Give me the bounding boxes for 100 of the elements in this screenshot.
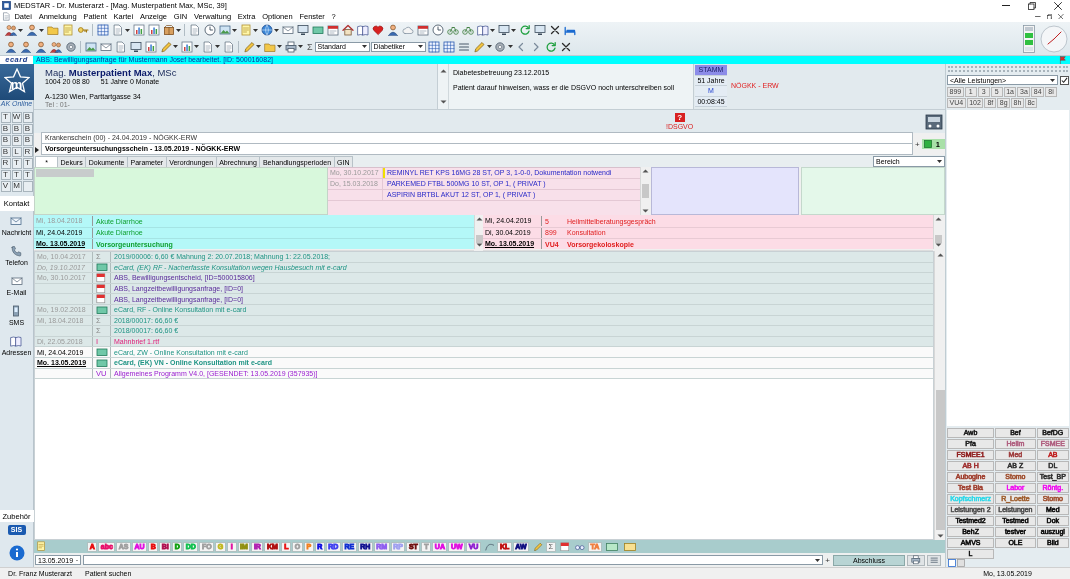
book-icon[interactable] <box>476 24 489 37</box>
scroll-up-icon[interactable] <box>475 217 483 221</box>
caret-icon[interactable] <box>507 45 513 49</box>
letter-key[interactable]: B <box>22 123 33 134</box>
caret-icon[interactable] <box>253 28 258 32</box>
tag-icon[interactable] <box>623 542 636 551</box>
caret-icon[interactable] <box>417 45 423 49</box>
document-icon[interactable] <box>114 40 127 53</box>
gear-icon[interactable] <box>64 40 77 53</box>
person-icon[interactable] <box>25 24 38 37</box>
restore-icon[interactable] <box>1028 1 1036 10</box>
close-icon[interactable] <box>548 24 561 37</box>
clock-icon[interactable] <box>431 24 444 37</box>
letter-key[interactable]: B <box>11 135 22 146</box>
sum-button[interactable]: Σ <box>307 41 313 52</box>
caret-icon[interactable] <box>486 45 492 49</box>
envelope-icon[interactable] <box>281 24 294 37</box>
form-icon[interactable] <box>559 541 570 552</box>
device-icon[interactable] <box>925 112 943 131</box>
bed-icon[interactable] <box>563 24 576 37</box>
letter-key[interactable]: B <box>0 123 11 134</box>
person-icon[interactable] <box>19 40 32 53</box>
chart-icon[interactable] <box>147 24 160 37</box>
caret-icon[interactable] <box>176 28 181 32</box>
phone-icon[interactable] <box>10 245 23 257</box>
letter-key[interactable]: B <box>22 135 33 146</box>
letter-key[interactable]: T <box>22 158 33 169</box>
scroll-down-icon[interactable] <box>641 209 649 213</box>
scrollbar[interactable] <box>640 167 649 215</box>
letter-key[interactable]: W <box>11 112 22 123</box>
scroll-up-icon[interactable] <box>439 69 447 73</box>
caret-icon[interactable] <box>815 558 820 562</box>
drag-handle[interactable] <box>948 66 1068 72</box>
scrollbar[interactable] <box>474 215 483 249</box>
caret-icon[interactable] <box>298 45 303 49</box>
person-icon[interactable] <box>386 24 399 37</box>
letter-key[interactable]: L <box>11 146 22 157</box>
letter-key[interactable]: T <box>11 169 22 180</box>
house-icon[interactable] <box>341 24 354 37</box>
package-icon[interactable] <box>162 24 175 37</box>
square-icon[interactable] <box>948 559 956 567</box>
checkbox[interactable] <box>1060 75 1069 85</box>
heart-icon[interactable] <box>371 24 384 37</box>
chart-icon[interactable] <box>132 24 145 37</box>
close-icon[interactable] <box>560 40 573 53</box>
scrollbar-thumb[interactable] <box>935 390 945 530</box>
scrollbar[interactable] <box>933 215 942 249</box>
monitor-icon[interactable] <box>533 24 546 37</box>
monitor-icon[interactable] <box>497 24 510 37</box>
letter-key[interactable]: B <box>22 112 33 123</box>
letter-key[interactable]: R <box>0 158 11 169</box>
caret-icon[interactable] <box>194 45 199 49</box>
book-icon[interactable] <box>356 24 369 37</box>
caret-icon[interactable] <box>490 28 495 32</box>
letter-key[interactable]: B <box>0 135 11 146</box>
warning-badge[interactable]: ? <box>674 113 685 122</box>
letter-key[interactable]: T <box>0 112 11 123</box>
document-icon[interactable] <box>188 24 201 37</box>
minimize-icon[interactable] <box>1035 16 1041 17</box>
add-button[interactable]: + <box>913 139 921 149</box>
scrollbar-thumb[interactable] <box>934 235 942 243</box>
letter-key[interactable]: V <box>0 181 11 192</box>
bike-icon[interactable] <box>446 24 459 37</box>
monitor-icon[interactable] <box>296 24 309 37</box>
chart-icon[interactable] <box>144 40 157 53</box>
print-button[interactable] <box>907 554 925 566</box>
clock-icon[interactable] <box>203 24 216 37</box>
scrollbar-thumb[interactable] <box>641 184 649 198</box>
people-icon[interactable] <box>4 24 17 37</box>
card-icon[interactable] <box>311 24 324 37</box>
person-icon[interactable] <box>34 40 47 53</box>
caret-icon[interactable] <box>125 28 130 32</box>
globe-icon[interactable] <box>260 24 273 37</box>
scroll-down-icon[interactable] <box>439 100 447 104</box>
caret-icon[interactable] <box>18 28 23 32</box>
letter-key[interactable]: T <box>0 169 11 180</box>
caret-icon[interactable] <box>937 160 942 163</box>
people-icon[interactable] <box>49 40 62 53</box>
letter-key[interactable]: R <box>22 146 33 157</box>
flag-icon[interactable] <box>1058 55 1067 65</box>
bike-icon[interactable] <box>461 24 474 37</box>
monitor-icon[interactable] <box>129 40 142 53</box>
grid-icon[interactable] <box>96 24 109 37</box>
grid-icon[interactable] <box>443 40 456 53</box>
caret-icon[interactable] <box>256 45 261 49</box>
restore-icon[interactable] <box>1046 13 1053 20</box>
grid-icon[interactable] <box>428 40 441 53</box>
caret-icon[interactable] <box>511 28 516 32</box>
caret-icon[interactable] <box>173 45 178 49</box>
scrollbar-thumb[interactable] <box>475 235 483 243</box>
calendar-icon[interactable] <box>326 24 339 37</box>
letter-key[interactable]: T <box>11 158 22 169</box>
caret-icon[interactable] <box>232 28 237 32</box>
scroll-up-icon[interactable] <box>641 169 649 173</box>
book-icon[interactable] <box>10 335 23 347</box>
picture-icon[interactable] <box>84 40 97 53</box>
caret-icon[interactable] <box>274 28 279 32</box>
printer-icon[interactable] <box>911 555 921 565</box>
envelope-icon[interactable] <box>99 40 112 53</box>
chart-icon[interactable] <box>180 40 193 53</box>
